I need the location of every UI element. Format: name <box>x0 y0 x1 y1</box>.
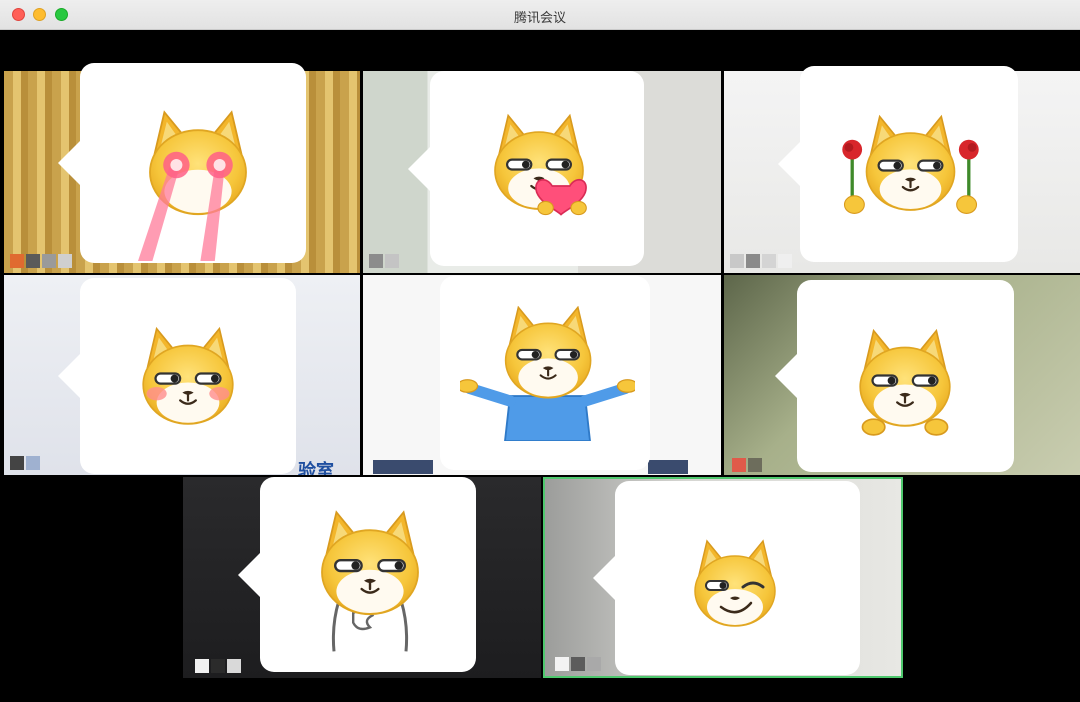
doge-heart-icon <box>494 114 587 216</box>
meeting-window: 腾讯会议 验室 <box>0 0 1080 702</box>
doge-blush-icon <box>142 327 234 425</box>
doge-laser-eyes-icon <box>138 111 247 261</box>
reaction-bubble <box>58 63 306 263</box>
participant-name-tag <box>10 456 40 470</box>
doge-peek-icon <box>859 329 951 436</box>
reaction-bubble <box>775 280 1014 472</box>
doge-roses-icon <box>842 115 979 214</box>
doge-thinking-icon <box>321 511 419 652</box>
participant-name-tag <box>373 460 433 474</box>
participant-name-tag <box>648 460 688 474</box>
reaction-bubble <box>238 477 476 672</box>
reaction-bubble <box>440 276 650 470</box>
participant-name-tag <box>732 458 762 472</box>
title-bar: 腾讯会议 <box>0 0 1080 30</box>
participant-name-tag <box>730 254 792 268</box>
doge-wink-icon <box>694 540 776 627</box>
reaction-bubble <box>408 71 644 266</box>
window-title: 腾讯会议 <box>513 11 566 26</box>
reaction-bubble <box>778 66 1018 262</box>
participant-name-tag <box>10 254 72 268</box>
participant-name-tag <box>369 254 399 268</box>
reaction-bubble <box>58 278 296 474</box>
participant-name-tag <box>555 657 601 671</box>
participant-name-tag <box>195 659 241 673</box>
background-sign-text: 验室 <box>298 461 334 475</box>
doge-shrug-icon <box>460 306 635 441</box>
reaction-bubble <box>593 481 860 675</box>
